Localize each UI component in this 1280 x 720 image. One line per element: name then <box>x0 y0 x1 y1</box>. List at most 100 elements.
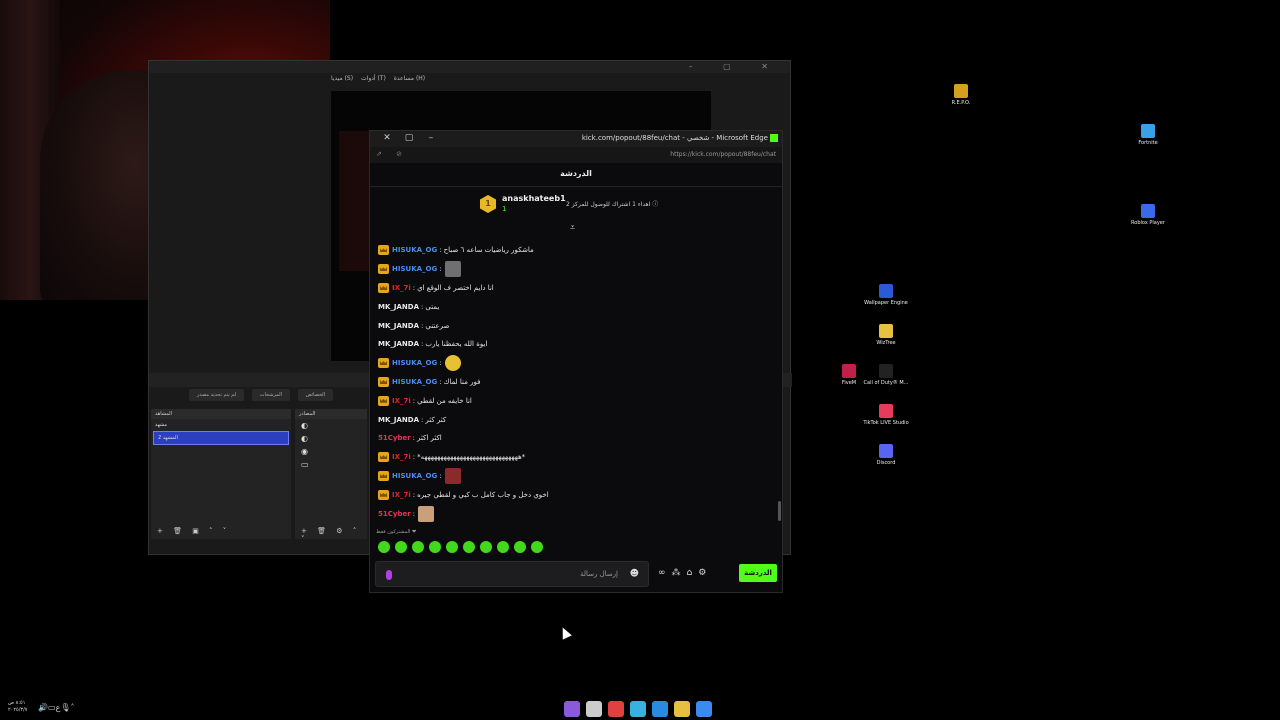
camera-icon[interactable]: ◉ <box>295 445 367 458</box>
desktop-shortcut[interactable]: WizTree <box>862 324 910 346</box>
desktop-shortcut[interactable]: Discord <box>862 444 910 466</box>
obs-tab[interactable]: لم يتم تحديد مصدر <box>189 389 245 401</box>
desktop-shortcut[interactable]: Call of Duty® M... <box>862 364 910 386</box>
emote-button[interactable] <box>429 541 441 553</box>
desktop-shortcut[interactable]: Wallpaper Engine <box>862 284 910 306</box>
chat-message[interactable]: HISUKA_OG: فور منا لماك <box>378 373 768 392</box>
chevron-up-icon[interactable]: ˄ <box>70 703 74 712</box>
emote-button[interactable] <box>514 541 526 553</box>
chat-username[interactable]: MK_JANDA <box>378 416 419 424</box>
emote-button[interactable] <box>531 541 543 553</box>
emote-image[interactable] <box>444 261 461 278</box>
chat-username[interactable]: MK_JANDA <box>378 340 419 348</box>
chat-message[interactable]: MK_JANDA: صرعتني <box>378 316 768 335</box>
chat-message[interactable]: 51Cyber: اكثر اكثر <box>378 429 768 448</box>
store-icon[interactable]: ⌂ <box>687 568 699 578</box>
chat-username[interactable]: IX_7i <box>392 397 411 405</box>
chat-username[interactable]: MK_JANDA <box>378 322 419 330</box>
pinned-username[interactable]: anaskhateeb1 <box>502 194 566 203</box>
mic-tray-icon[interactable]: 🎙 <box>60 703 70 712</box>
emote-button[interactable] <box>463 541 475 553</box>
emote-image[interactable] <box>444 467 461 484</box>
close-icon[interactable]: ✕ <box>376 133 398 143</box>
chat-message[interactable]: IX_7i: اخوي دخل و جاب كامل ب كبي و لقطي ج… <box>378 485 768 504</box>
emote-button[interactable] <box>480 541 492 553</box>
taskbar-app-icon[interactable] <box>674 701 690 717</box>
minimize-icon[interactable]: – <box>420 133 442 143</box>
chat-message[interactable]: IX_7i: انا دايم اختصر ف الوقع اي <box>378 279 768 298</box>
emote-image[interactable] <box>418 505 435 522</box>
source-icon[interactable]: ◐ <box>295 432 367 445</box>
address-url[interactable]: https://kick.com/popout/88feu/chat <box>670 151 776 158</box>
desktop-shortcut[interactable]: TikTok LIVE Studio <box>862 404 910 426</box>
source-icon[interactable]: ◐ <box>295 419 367 432</box>
chat-message[interactable]: HISUKA_OG: <box>378 260 768 279</box>
chat-username[interactable]: HISUKA_OG <box>392 359 437 367</box>
taskbar-app-icon[interactable] <box>586 701 602 717</box>
obs-sources-footer[interactable]: + 🗑 ⚙ ˄ ˅ <box>295 525 367 543</box>
obs-tab[interactable]: المرشحات <box>251 389 290 401</box>
chat-message[interactable]: MK_JANDA: يمتى <box>378 297 768 316</box>
obs-menu-item[interactable]: مساعدة (H) <box>394 75 425 82</box>
edge-address-bar[interactable]: ⇗ ⊘ https://kick.com/popout/88feu/chat <box>370 147 782 163</box>
obs-tab[interactable]: الخصائص <box>297 389 334 401</box>
emote-button[interactable] <box>446 541 458 553</box>
emote-button[interactable] <box>395 541 407 553</box>
chat-input-box[interactable]: ☻ <box>375 561 649 587</box>
emote-button[interactable] <box>497 541 509 553</box>
desktop-shortcut[interactable]: Roblox Player <box>1124 204 1172 226</box>
chat-message[interactable]: HISUKA_OG: ماشكور رياضيات ساعه ٦ صباح <box>378 241 768 260</box>
gear-icon[interactable]: ⚙ <box>698 568 712 578</box>
chat-username[interactable]: HISUKA_OG <box>392 246 437 254</box>
pinned-gift-leaderboard[interactable]: 1 anaskhateeb1 1 اهداء 1 اشتراك للوصول ل… <box>370 187 782 233</box>
emote-button[interactable] <box>378 541 390 553</box>
expand-chevron-icon[interactable]: ⩡ <box>570 223 575 233</box>
chat-message[interactable]: HISUKA_OG: <box>378 354 768 373</box>
maximize-icon[interactable]: ▢ <box>398 133 420 143</box>
edge-titlebar[interactable]: ✕ ▢ – kick.com/popout/88feu/chat - شخصي - … <box>370 131 782 147</box>
scene-item-selected[interactable]: المشهد 2 <box>153 431 289 445</box>
desktop-shortcut[interactable]: R.E.P.O. <box>937 84 985 106</box>
obs-window-controls[interactable]: – ▢ ✕ <box>689 62 782 71</box>
scene-item[interactable]: مشهد <box>151 419 291 431</box>
chat-send-button[interactable]: الدردشة <box>739 564 777 582</box>
chat-username[interactable]: HISUKA_OG <box>392 265 437 273</box>
obs-menu-item[interactable]: أدوات (T) <box>361 75 386 82</box>
chat-username[interactable]: 51Cyber <box>378 510 411 518</box>
chat-scrollbar[interactable] <box>778 501 781 521</box>
chat-message[interactable]: MK_JANDA: كثر كثر <box>378 410 768 429</box>
chat-username[interactable]: IX_7i <box>392 453 411 461</box>
chat-message[interactable]: 51Cyber: <box>378 504 768 523</box>
taskbar-app-icon[interactable] <box>696 701 712 717</box>
monitor-icon[interactable]: ▭ <box>295 458 367 471</box>
chat-message[interactable]: MK_JANDA: ايوة الله يحفظنا يارب <box>378 335 768 354</box>
taskbar-clock[interactable]: ٨:٥١ ص ٢٠٢٥/٣/٧ <box>8 700 27 714</box>
desktop-shortcut[interactable]: Fortnite <box>1124 124 1172 146</box>
taskbar-app-icon[interactable] <box>652 701 668 717</box>
obs-scenes-footer[interactable]: + 🗑 ▣ ˄ ˅ <box>151 525 291 539</box>
chat-message[interactable]: IX_7i: *ههههههههههههههههههههههههههههههه* <box>378 448 768 467</box>
emote-image[interactable] <box>444 355 461 372</box>
volume-icon[interactable]: 🔊 <box>38 703 48 712</box>
infinity-icon[interactable]: ∞ <box>658 568 672 578</box>
chat-username[interactable]: IX_7i <box>392 284 411 292</box>
chat-message[interactable]: IX_7i: انا خايفه من لقطي <box>378 391 768 410</box>
taskbar-app-icon[interactable] <box>564 701 580 717</box>
chat-username[interactable]: IX_7i <box>392 491 411 499</box>
taskbar-app-icon[interactable] <box>630 701 646 717</box>
network-icon[interactable]: ▭ <box>48 703 56 712</box>
share-icon[interactable]: ⁂ <box>672 568 687 578</box>
chat-message[interactable]: HISUKA_OG: <box>378 467 768 486</box>
chat-username[interactable]: MK_JANDA <box>378 303 419 311</box>
taskbar-app-icon[interactable] <box>608 701 624 717</box>
edge-chat-window[interactable]: ✕ ▢ – kick.com/popout/88feu/chat - شخصي - … <box>369 130 783 593</box>
emote-button[interactable] <box>412 541 424 553</box>
mic-icon[interactable] <box>386 570 392 580</box>
chat-username[interactable]: HISUKA_OG <box>392 378 437 386</box>
chat-username[interactable]: HISUKA_OG <box>392 472 437 480</box>
message-input[interactable] <box>396 566 618 582</box>
chat-username[interactable]: 51Cyber <box>378 434 411 442</box>
obs-menu-item[interactable]: ميديا (S) <box>331 75 353 82</box>
addr-icons[interactable]: ⇗ ⊘ <box>376 150 408 158</box>
emoji-icon[interactable]: ☻ <box>630 569 639 579</box>
